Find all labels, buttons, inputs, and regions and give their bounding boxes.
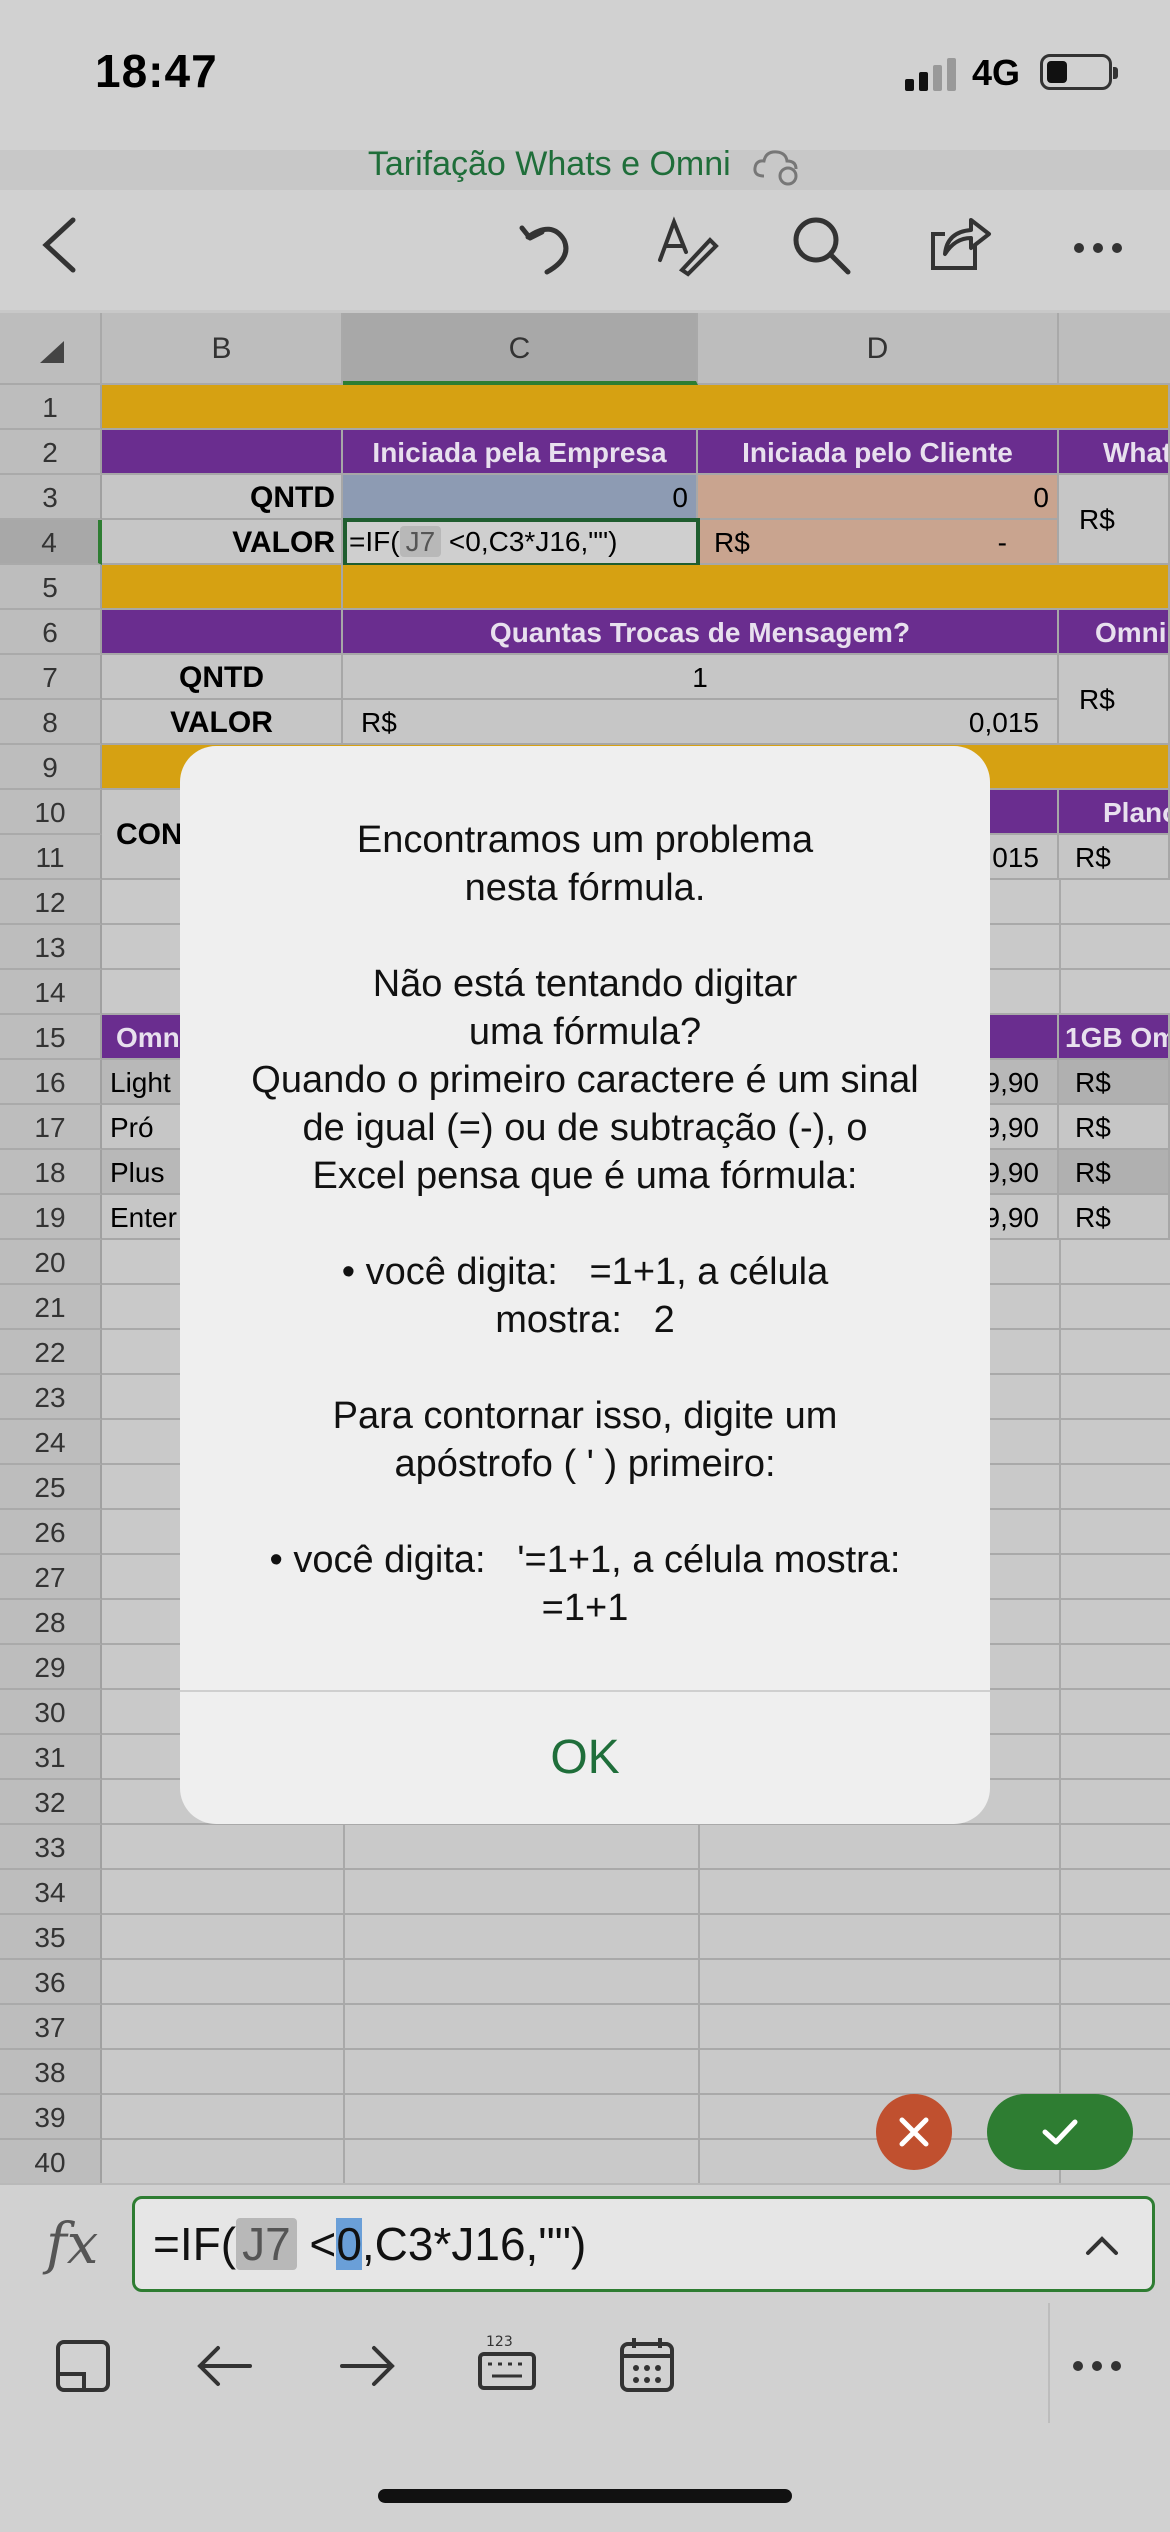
formula-suffix: ,C3*J16,"") [361, 2218, 587, 2270]
formula-mid: < [296, 2218, 337, 2270]
close-icon [899, 2117, 929, 2147]
home-indicator[interactable] [378, 2489, 792, 2503]
toolbar-divider [1048, 2303, 1050, 2423]
function-icon[interactable]: fx [46, 2212, 98, 2277]
chevron-up-icon[interactable] [1082, 2229, 1122, 2259]
dialog-message: Encontramos um problema nesta fórmula. N… [251, 819, 919, 1629]
ok-button[interactable]: OK [180, 1692, 990, 1824]
formula-selection: 0 [336, 2218, 362, 2270]
numeric-keyboard-icon[interactable]: 123 [472, 2330, 542, 2400]
formula-ref: J7 [236, 2218, 297, 2270]
confirm-edit-button[interactable] [987, 2094, 1133, 2170]
formula-error-dialog: Encontramos um problema nesta fórmula. N… [180, 746, 990, 1824]
svg-text:123: 123 [486, 2334, 513, 2350]
formula-prefix: =IF( [153, 2218, 237, 2270]
formula-input[interactable]: =IF(J7 <0,C3*J16,"") [132, 2196, 1155, 2292]
hide-keyboard-icon[interactable] [48, 2330, 118, 2400]
arrow-right-icon[interactable] [332, 2330, 402, 2400]
more-options-icon[interactable] [1062, 2330, 1132, 2400]
calendar-icon[interactable] [612, 2330, 682, 2400]
cancel-edit-button[interactable] [876, 2094, 952, 2170]
arrow-left-icon[interactable] [190, 2330, 260, 2400]
checkmark-icon [1042, 2119, 1078, 2145]
